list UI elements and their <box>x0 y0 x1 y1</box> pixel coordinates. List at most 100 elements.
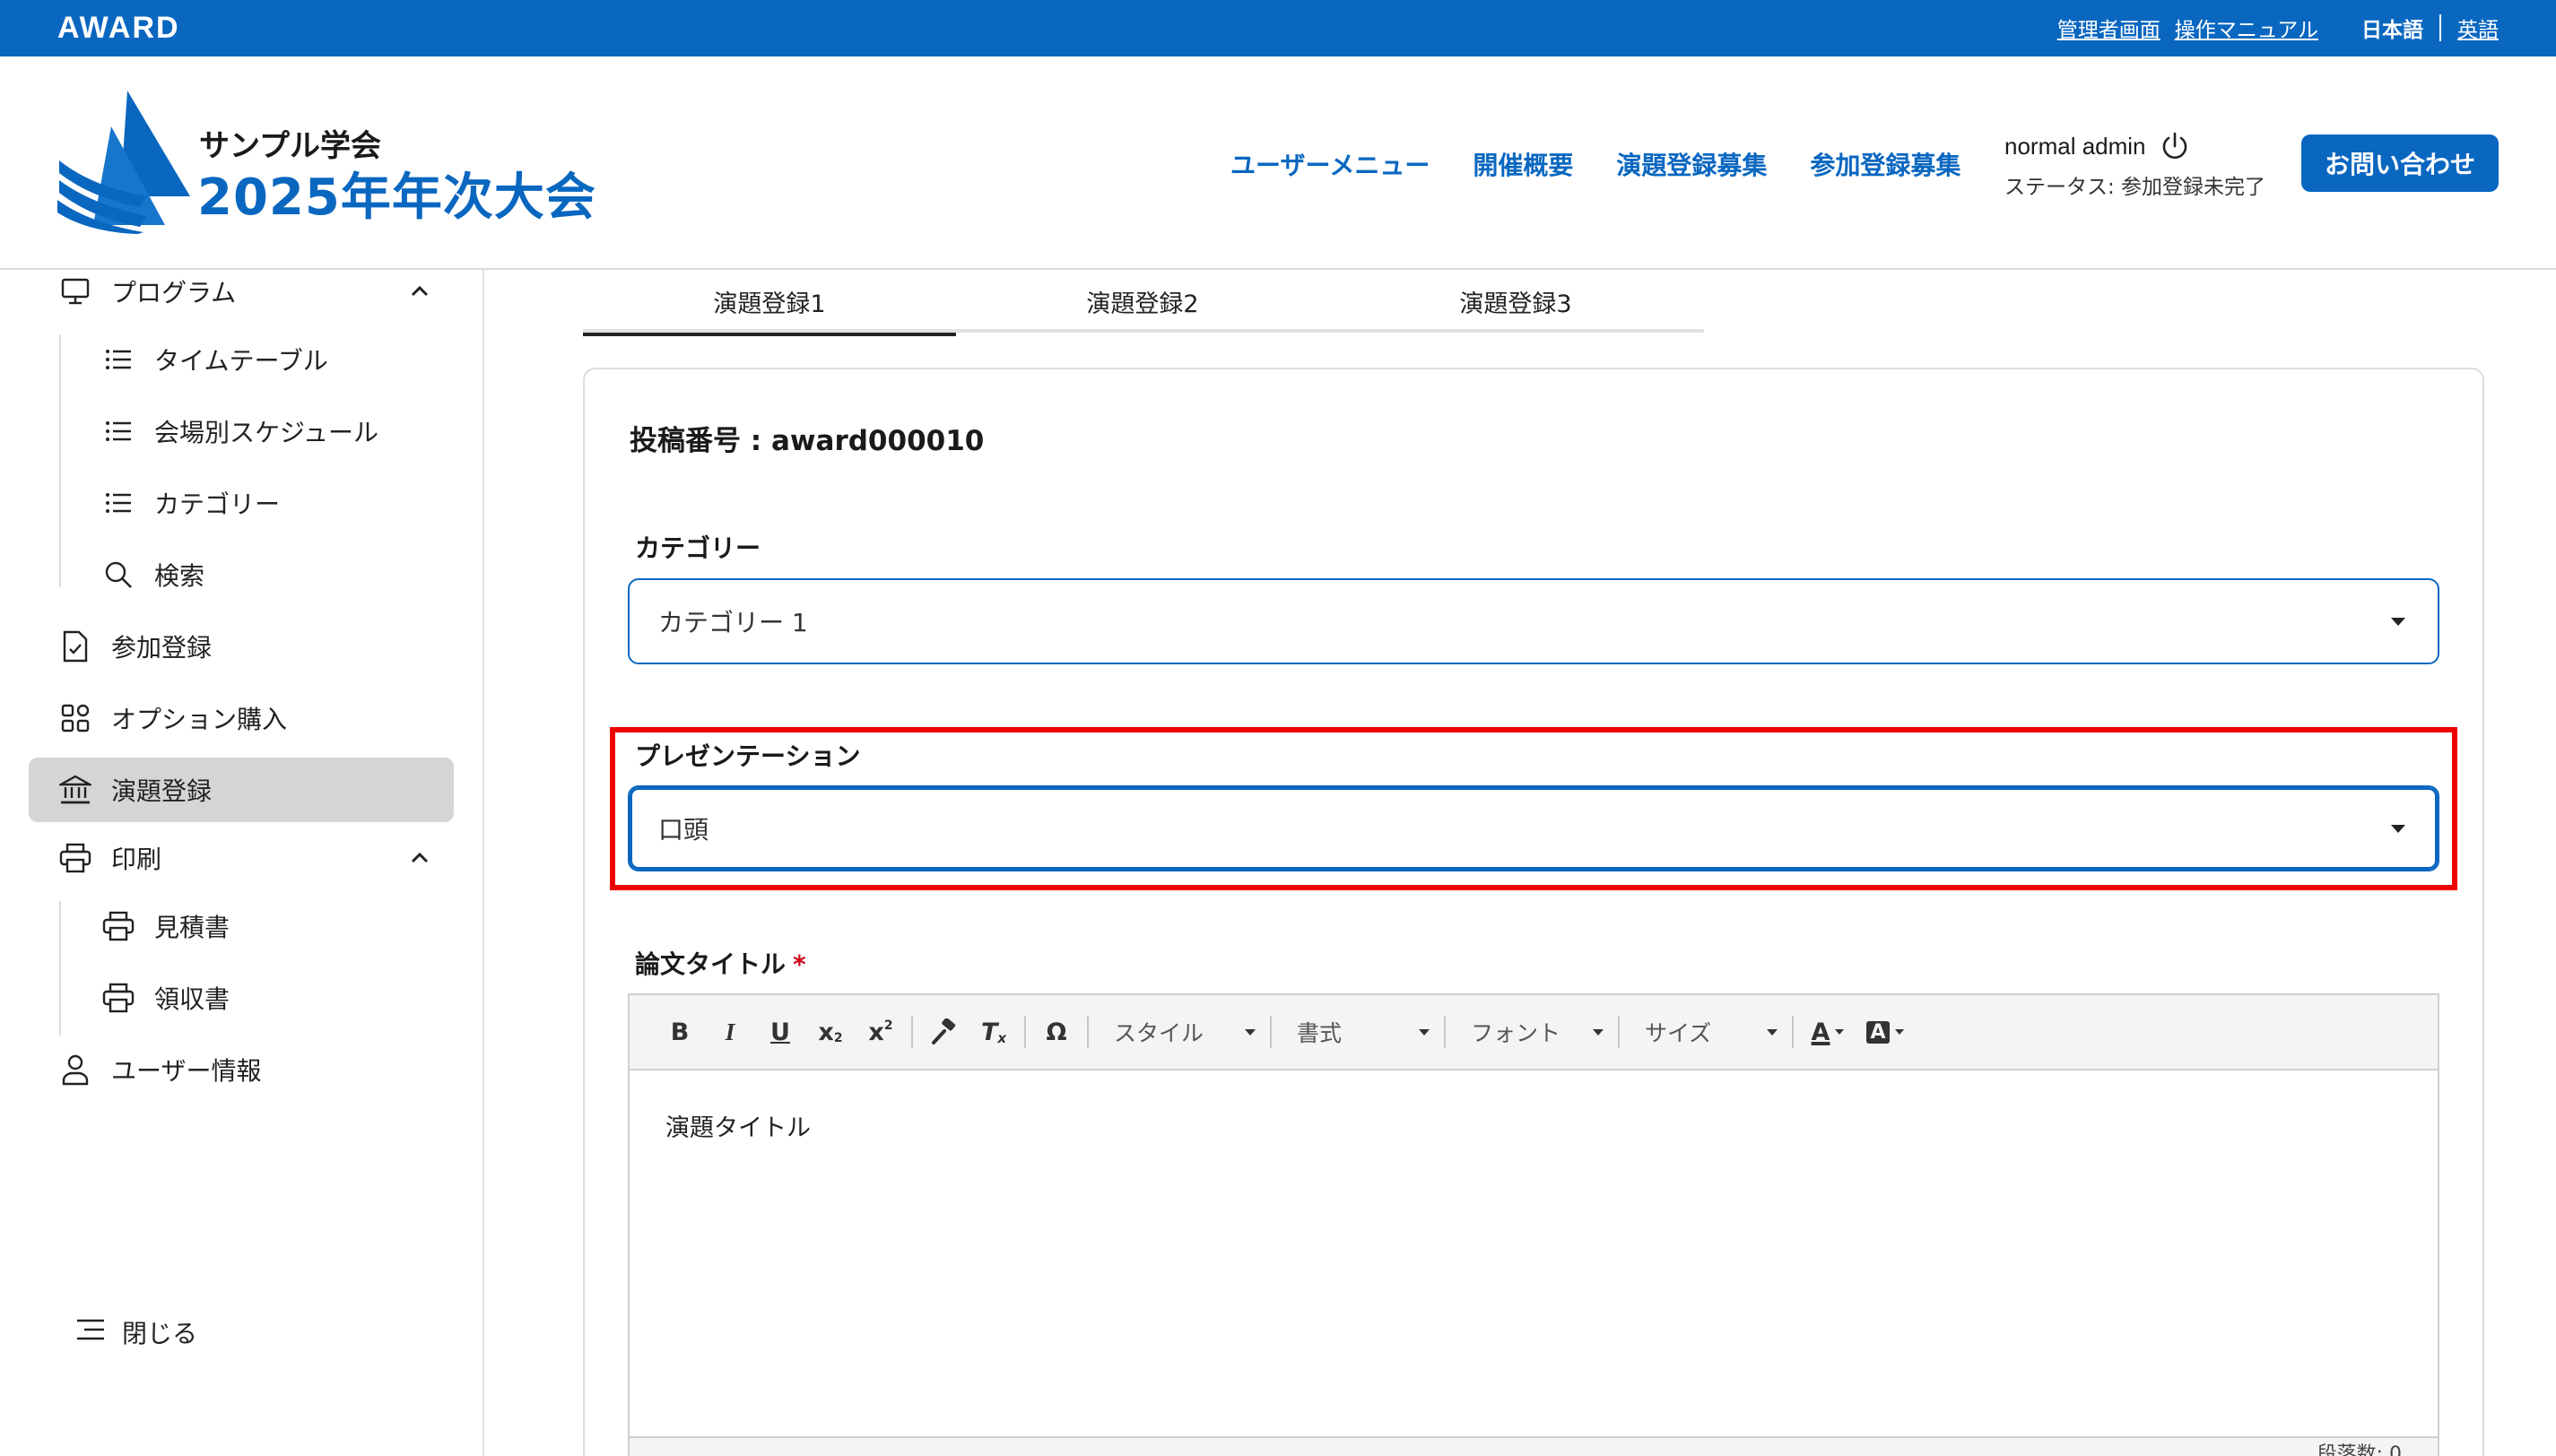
toolbar-divider <box>1024 1016 1026 1048</box>
sidebar-item-label: 見積書 <box>154 913 230 942</box>
sidebar-item-label: 領収書 <box>154 984 230 1014</box>
sidebar-item-estimate[interactable]: 見積書 <box>29 894 454 958</box>
nav-abstract-call[interactable]: 演題登録募集 <box>1616 146 1767 182</box>
remove-format-icon[interactable]: Tx <box>969 1010 1019 1054</box>
toolbar-divider <box>911 1016 913 1048</box>
toolbar-divider <box>1444 1016 1446 1048</box>
logo-event-name: 2025年年次大会 <box>197 169 596 227</box>
paper-title-label: 論文タイトル * <box>635 945 806 981</box>
nav-registration-call[interactable]: 参加登録募集 <box>1810 146 1960 182</box>
bold-icon[interactable]: B <box>655 1010 705 1054</box>
brand-logo: AWARD <box>57 11 180 45</box>
admin-link[interactable]: 管理者画面 <box>2057 13 2160 43</box>
text-color-icon[interactable]: A <box>1799 1010 1856 1054</box>
power-icon[interactable] <box>2159 130 2191 162</box>
user-icon <box>57 1052 93 1088</box>
format-combo-label: 書式 <box>1297 1020 1343 1046</box>
paper-title-label-text: 論文タイトル <box>635 949 787 979</box>
toolbar-divider <box>1087 1016 1089 1048</box>
sidebar-item-abstract-registration[interactable]: 演題登録 <box>29 758 454 822</box>
user-name: normal admin <box>2004 132 2146 160</box>
toolbar-divider <box>1270 1016 1272 1048</box>
dropdown-arrow-icon <box>1419 1028 1430 1036</box>
dropdown-arrow-icon <box>2391 618 2405 626</box>
tab-abstract-3[interactable]: 演題登録3 <box>1329 270 1702 333</box>
sidebar-item-label: プログラム <box>111 278 237 308</box>
dropdown-arrow-icon <box>1245 1028 1256 1036</box>
font-combo[interactable]: フォント <box>1451 1010 1613 1054</box>
tab-abstract-2[interactable]: 演題登録2 <box>956 270 1329 333</box>
manual-link[interactable]: 操作マニュアル <box>2175 13 2318 43</box>
sidebar-item-label: タイムテーブル <box>154 346 328 376</box>
chevron-up-icon[interactable] <box>407 845 432 871</box>
nav-overview[interactable]: 開催概要 <box>1473 146 1573 182</box>
abstract-tabs: 演題登録1 演題登録2 演題登録3 <box>583 270 1704 336</box>
printer-icon <box>100 908 136 944</box>
category-select[interactable]: カテゴリー 1 <box>628 578 2439 664</box>
society-logo-icon[interactable] <box>57 91 192 234</box>
sidebar-item-receipt[interactable]: 領収書 <box>29 966 454 1030</box>
dropdown-arrow-icon <box>2391 825 2405 833</box>
sidebar-item-search[interactable]: 検索 <box>29 542 454 607</box>
lang-separator <box>2439 14 2441 41</box>
dropdown-arrow-icon <box>1593 1028 1604 1036</box>
search-icon <box>100 557 136 593</box>
list-icon <box>100 342 136 377</box>
apps-icon <box>57 700 93 736</box>
format-painter-icon[interactable] <box>918 1010 969 1054</box>
post-number: 投稿番号 : award000010 <box>630 425 985 457</box>
presentation-select[interactable]: 口頭 <box>628 785 2439 871</box>
style-combo[interactable]: スタイル <box>1094 1010 1265 1054</box>
tab-abstract-1[interactable]: 演題登録1 <box>583 270 956 336</box>
required-mark: * <box>793 949 806 979</box>
presentation-select-value: 口頭 <box>658 815 709 845</box>
italic-icon[interactable]: I <box>705 1010 755 1054</box>
superscript-icon[interactable]: x2 <box>856 1010 906 1054</box>
contact-button[interactable]: お問い合わせ <box>2301 134 2499 192</box>
sidebar-item-user-info[interactable]: ユーザー情報 <box>29 1037 454 1102</box>
sidebar-item-category[interactable]: カテゴリー <box>29 471 454 535</box>
sidebar-item-label: 検索 <box>154 561 205 591</box>
menu-collapse-icon <box>75 1318 106 1348</box>
document-check-icon <box>57 628 93 664</box>
size-combo[interactable]: サイズ <box>1625 1010 1787 1054</box>
sidebar-item-registration[interactable]: 参加登録 <box>29 614 454 679</box>
sidebar-item-label: 会場別スケジュール <box>154 418 379 447</box>
toolbar-divider <box>1792 1016 1794 1048</box>
chevron-up-icon[interactable] <box>407 279 432 304</box>
sidebar-close-button[interactable]: 閉じる <box>75 1314 197 1350</box>
sidebar-item-label: カテゴリー <box>154 490 281 519</box>
sidebar-item-program[interactable]: プログラム <box>29 259 454 324</box>
editor-content[interactable]: 演題タイトル <box>630 1070 2438 1181</box>
close-label: 閉じる <box>122 1319 198 1348</box>
editor-status-bar: 段落数: 0 <box>630 1436 2438 1456</box>
printer-icon <box>100 980 136 1016</box>
user-panel: normal admin ステータス: 参加登録未完了 <box>2004 130 2265 200</box>
dropdown-arrow-icon <box>1767 1028 1778 1036</box>
monitor-icon <box>57 273 93 309</box>
site-header: サンプル学会 2025年年次大会 ユーザーメニュー 開催概要 演題登録募集 参加… <box>0 56 2556 270</box>
subscript-icon[interactable]: x2 <box>805 1010 856 1054</box>
category-label: カテゴリー <box>635 533 761 563</box>
sidebar-item-print[interactable]: 印刷 <box>29 826 454 890</box>
bank-icon <box>57 772 93 808</box>
top-bar: AWARD 管理者画面 操作マニュアル 日本語 英語 <box>0 0 2556 56</box>
category-select-value: カテゴリー 1 <box>658 608 808 637</box>
nav-user-menu[interactable]: ユーザーメニュー <box>1230 146 1430 182</box>
sidebar-item-venue-schedule[interactable]: 会場別スケジュール <box>29 399 454 464</box>
sidebar-item-label: ユーザー情報 <box>111 1056 262 1086</box>
format-combo[interactable]: 書式 <box>1277 1010 1439 1054</box>
sidebar-item-option-purchase[interactable]: オプション購入 <box>29 686 454 750</box>
editor-toolbar: B I U x2 x2 Tx Ω スタイル 書式 フォント サイズ A A <box>630 995 2438 1070</box>
sidebar-item-label: 印刷 <box>111 845 162 874</box>
underline-icon[interactable]: U <box>755 1010 805 1054</box>
lang-english-link[interactable]: 英語 <box>2457 13 2499 43</box>
size-combo-label: サイズ <box>1645 1020 1712 1046</box>
list-icon <box>100 485 136 521</box>
background-color-icon[interactable]: A <box>1856 1010 1914 1054</box>
special-character-icon[interactable]: Ω <box>1031 1010 1082 1054</box>
title-editor: B I U x2 x2 Tx Ω スタイル 書式 フォント サイズ A A 演題… <box>628 993 2439 1456</box>
sidebar-item-timetable[interactable]: タイムテーブル <box>29 327 454 392</box>
presentation-label: プレゼンテーション <box>635 741 861 771</box>
sidebar-item-label: 参加登録 <box>111 633 213 663</box>
